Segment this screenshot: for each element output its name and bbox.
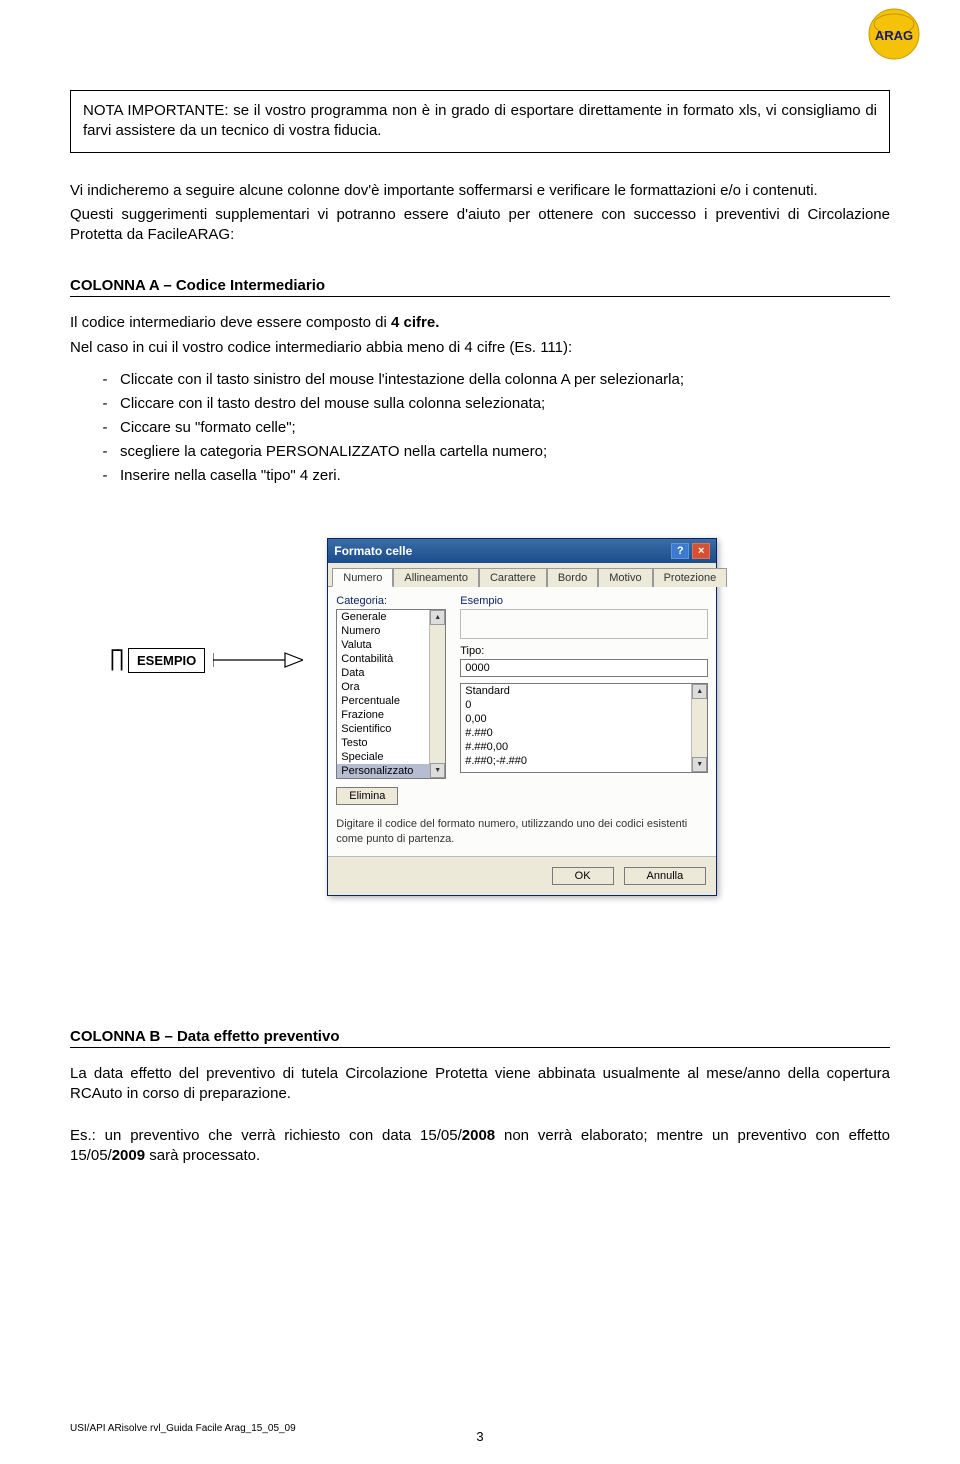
esempio-label: ESEMPIO (128, 648, 205, 673)
nota-text: NOTA IMPORTANTE: se il vostro programma … (83, 102, 877, 139)
list-item: Inserire nella casella "tipo" 4 zeri. (120, 464, 890, 488)
scroll-up-icon[interactable]: ▲ (430, 610, 445, 625)
arag-logo: ARAG (868, 8, 920, 60)
list-item: Cliccare con il tasto destro del mouse s… (120, 392, 890, 416)
section-b-p2: Es.: un preventivo che verrà richiesto c… (70, 1126, 890, 1167)
type-item[interactable]: 0,00 (461, 712, 691, 726)
type-item[interactable]: #.##0,00 (461, 740, 691, 754)
cat-item[interactable]: Contabilità (337, 652, 429, 666)
dialog-hint: Digitare il codice del formato numero, u… (336, 817, 708, 848)
bracket-icon: ⎡⎤ (110, 650, 120, 671)
tab-protezione[interactable]: Protezione (653, 568, 728, 587)
esempio-callout: ⎡⎤ ESEMPIO (110, 648, 303, 673)
dialog-tabs: Numero Allineamento Carattere Bordo Moti… (328, 563, 716, 587)
tipo-input[interactable] (460, 659, 708, 677)
tipo-listbox[interactable]: Standard 0 0,00 #.##0 #.##0,00 #.##0;-#.… (460, 683, 708, 773)
section-a-rule (70, 296, 890, 297)
dialog-title-text: Formato celle (334, 544, 412, 558)
type-item[interactable]: #.##0 (461, 726, 691, 740)
section-b-p1: La data effetto del preventivo di tutela… (70, 1064, 890, 1105)
intro-paragraph-2: Questi suggerimenti supplementari vi pot… (70, 205, 890, 246)
cat-item[interactable]: Testo (337, 736, 429, 750)
cat-item[interactable]: Valuta (337, 638, 429, 652)
scroll-down-icon[interactable]: ▼ (430, 763, 445, 778)
section-b-rule (70, 1047, 890, 1048)
sample-preview (460, 609, 708, 639)
cat-item[interactable]: Scientifico (337, 722, 429, 736)
tipo-label: Tipo: (460, 645, 708, 657)
section-a-p2: Nel caso in cui il vostro codice interme… (70, 338, 890, 358)
cat-item[interactable]: Generale (337, 610, 429, 624)
close-icon[interactable]: × (692, 543, 710, 559)
help-icon[interactable]: ? (671, 543, 689, 559)
cat-item[interactable]: Speciale (337, 750, 429, 764)
tab-bordo[interactable]: Bordo (547, 568, 598, 587)
type-item[interactable]: #.##0;-#.##0 (461, 754, 691, 768)
nota-importante-box: NOTA IMPORTANTE: se il vostro programma … (70, 90, 890, 153)
section-a-p1: Il codice intermediario deve essere comp… (70, 313, 890, 333)
list-item: scegliere la categoria PERSONALIZZATO ne… (120, 440, 890, 464)
section-b-heading: COLONNA B – Data effetto preventivo (70, 1028, 890, 1045)
cat-item[interactable]: Ora (337, 680, 429, 694)
scroll-down-icon[interactable]: ▼ (692, 757, 707, 772)
tab-numero[interactable]: Numero (332, 568, 393, 587)
elimina-button[interactable]: Elimina (336, 787, 398, 805)
arrow-right-icon (213, 648, 303, 672)
section-a-heading: COLONNA A – Codice Intermediario (70, 277, 890, 294)
page-number: 3 (476, 1429, 483, 1444)
scroll-up-icon[interactable]: ▲ (692, 684, 707, 699)
categoria-label: Categoria: (336, 595, 446, 607)
type-item[interactable]: Standard (461, 684, 691, 698)
dialog-titlebar: Formato celle ? × (328, 539, 716, 563)
cancel-button[interactable]: Annulla (624, 867, 707, 885)
ok-button[interactable]: OK (552, 867, 614, 885)
instruction-list: Cliccate con il tasto sinistro del mouse… (70, 368, 890, 488)
cat-item[interactable]: Frazione (337, 708, 429, 722)
type-item[interactable]: 0 (461, 698, 691, 712)
tab-carattere[interactable]: Carattere (479, 568, 547, 587)
esempio-field-label: Esempio (460, 595, 708, 607)
cat-item[interactable]: Data (337, 666, 429, 680)
list-item: Ciccare su "formato celle"; (120, 416, 890, 440)
list-item: Cliccate con il tasto sinistro del mouse… (120, 368, 890, 392)
categoria-listbox[interactable]: Generale Numero Valuta Contabilità Data … (336, 609, 446, 779)
tab-allineamento[interactable]: Allineamento (393, 568, 479, 587)
tab-motivo[interactable]: Motivo (598, 568, 652, 587)
cat-item-selected[interactable]: Personalizzato (337, 764, 429, 778)
intro-paragraph-1: Vi indicheremo a seguire alcune colonne … (70, 181, 890, 201)
cat-item[interactable]: Percentuale (337, 694, 429, 708)
format-cells-dialog: Formato celle ? × Numero Allineamento Ca… (327, 538, 717, 896)
svg-text:ARAG: ARAG (875, 28, 913, 43)
cat-item[interactable]: Numero (337, 624, 429, 638)
